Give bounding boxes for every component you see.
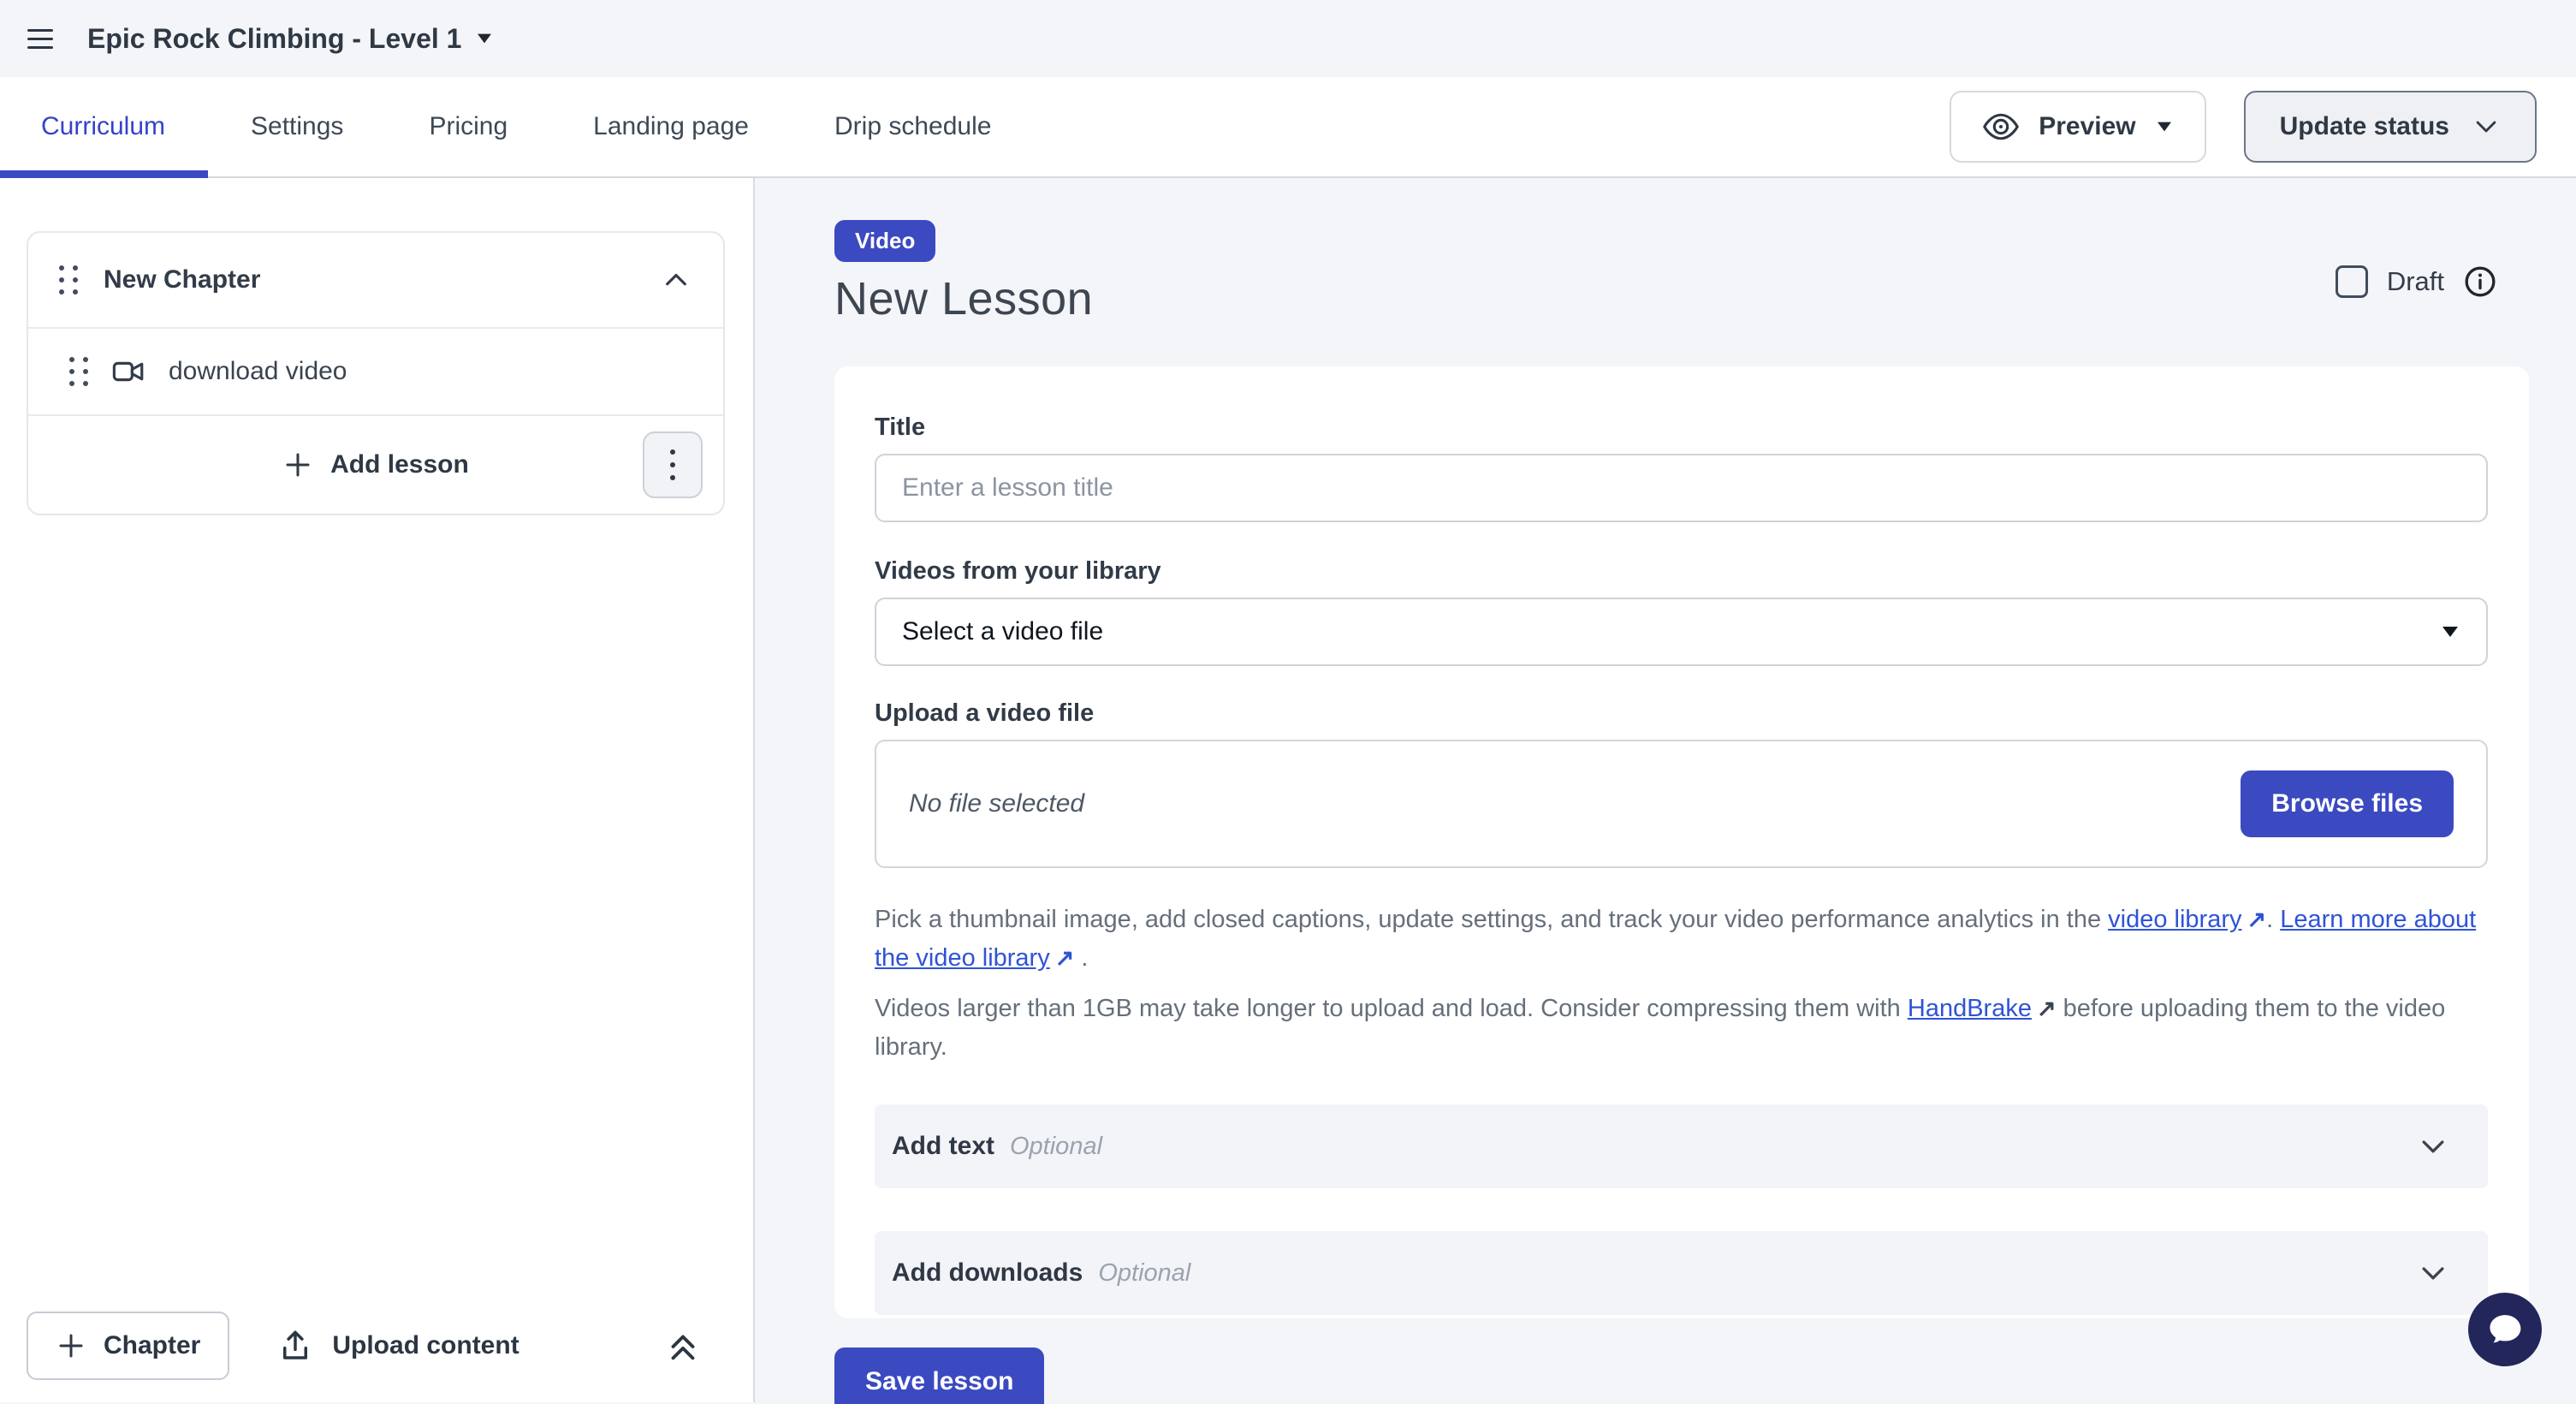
- tab-pricing[interactable]: Pricing: [386, 77, 550, 176]
- tab-curriculum[interactable]: Curriculum: [0, 77, 208, 176]
- hamburger-menu-icon[interactable]: [27, 19, 67, 58]
- video-camera-icon: [110, 354, 146, 390]
- update-status-label: Update status: [2280, 112, 2449, 141]
- caret-down-icon: [2440, 624, 2460, 640]
- add-downloads-section[interactable]: Add downloads Optional: [875, 1231, 2488, 1315]
- app-window: Epic Rock Climbing - Level 1 Curriculum …: [0, 0, 2576, 1404]
- top-bar: Epic Rock Climbing - Level 1: [0, 0, 2576, 77]
- handbrake-link[interactable]: HandBrake: [1908, 995, 2032, 1022]
- lesson-title-input[interactable]: [875, 454, 2488, 522]
- preview-button[interactable]: Preview: [1950, 91, 2205, 163]
- drag-handle-icon[interactable]: [69, 357, 88, 386]
- chevron-up-icon[interactable]: [660, 264, 692, 296]
- upload-icon: [277, 1328, 313, 1364]
- tabbar-actions: Preview Update status: [1950, 91, 2576, 163]
- lesson-title: download video: [169, 357, 347, 386]
- collapse-all-icon[interactable]: [663, 1326, 703, 1365]
- title-field-label: Title: [875, 413, 2488, 442]
- chat-bubble-icon: [2483, 1307, 2527, 1352]
- chapter-title: New Chapter: [104, 265, 260, 294]
- save-lesson-button[interactable]: Save lesson: [834, 1347, 1044, 1404]
- upload-field-label: Upload a video file: [875, 699, 2488, 728]
- tab-settings[interactable]: Settings: [208, 77, 386, 176]
- tab-landing-page[interactable]: Landing page: [550, 77, 792, 176]
- add-text-label: Add text: [892, 1132, 994, 1161]
- add-lesson-button[interactable]: Add lesson: [282, 449, 469, 480]
- external-link-icon: ↗: [2241, 901, 2266, 939]
- add-downloads-label: Add downloads: [892, 1258, 1083, 1288]
- chevron-down-icon: [2416, 1129, 2450, 1163]
- course-switcher[interactable]: Epic Rock Climbing - Level 1: [87, 23, 494, 55]
- add-text-section[interactable]: Add text Optional: [875, 1104, 2488, 1188]
- video-library-link[interactable]: video library: [2108, 906, 2241, 933]
- update-status-button[interactable]: Update status: [2244, 91, 2537, 163]
- caret-down-icon: [475, 32, 494, 45]
- add-lesson-row: Add lesson: [28, 416, 723, 514]
- lesson-form-card: Title Videos from your library Select a …: [834, 366, 2529, 1318]
- upload-content-label: Upload content: [332, 1331, 519, 1360]
- external-link-icon: ↗: [1050, 939, 1075, 978]
- optional-hint: Optional: [1098, 1259, 1190, 1288]
- draft-toggle-group: Draft: [2336, 265, 2497, 299]
- add-chapter-label: Chapter: [104, 1331, 200, 1360]
- upload-content-button[interactable]: Upload content: [277, 1328, 519, 1364]
- select-selected-value: Select a video file: [902, 617, 1103, 646]
- draft-label: Draft: [2387, 266, 2444, 297]
- caret-down-icon: [2155, 120, 2174, 134]
- chapter-card: New Chapter download video Add: [27, 231, 725, 515]
- chapter-header[interactable]: New Chapter: [28, 233, 723, 327]
- file-empty-text: No file selected: [909, 789, 1084, 818]
- eye-icon: [1982, 108, 2020, 146]
- drag-handle-icon[interactable]: [59, 265, 78, 294]
- tab-bar: Curriculum Settings Pricing Landing page…: [0, 77, 2576, 178]
- draft-checkbox[interactable]: [2336, 265, 2368, 298]
- tab-drip-schedule[interactable]: Drip schedule: [792, 77, 1034, 176]
- info-icon[interactable]: [2463, 265, 2497, 299]
- lesson-type-badge: Video: [834, 220, 935, 262]
- preview-label: Preview: [2039, 112, 2135, 141]
- external-link-icon: ↗: [2032, 990, 2057, 1028]
- add-chapter-button[interactable]: Chapter: [27, 1312, 229, 1380]
- compression-help-text: Videos larger than 1GB may take longer t…: [875, 990, 2488, 1067]
- plus-icon: [56, 1330, 86, 1361]
- chat-widget-button[interactable]: [2468, 1293, 2542, 1366]
- chevron-down-icon: [2416, 1256, 2450, 1290]
- lesson-item[interactable]: download video: [28, 329, 723, 414]
- add-lesson-label: Add lesson: [330, 450, 469, 479]
- file-upload-box: No file selected Browse files: [875, 740, 2488, 868]
- plus-icon: [282, 449, 313, 480]
- sidebar-footer: Chapter Upload content: [0, 1289, 753, 1402]
- tabs: Curriculum Settings Pricing Landing page…: [0, 77, 1034, 176]
- course-title: Epic Rock Climbing - Level 1: [87, 23, 461, 55]
- optional-hint: Optional: [1010, 1133, 1102, 1161]
- chapter-menu-button[interactable]: [643, 431, 703, 498]
- video-library-select[interactable]: Select a video file: [875, 598, 2488, 666]
- video-library-help-text: Pick a thumbnail image, add closed capti…: [875, 901, 2488, 978]
- chevron-down-icon: [2472, 112, 2501, 141]
- browse-files-button[interactable]: Browse files: [2241, 770, 2454, 837]
- curriculum-sidebar: New Chapter download video Add: [0, 178, 755, 1402]
- page-title: New Lesson: [834, 272, 2529, 325]
- library-field-label: Videos from your library: [875, 556, 2488, 586]
- lesson-editor: Video New Lesson Draft Title Videos from…: [755, 178, 2576, 1402]
